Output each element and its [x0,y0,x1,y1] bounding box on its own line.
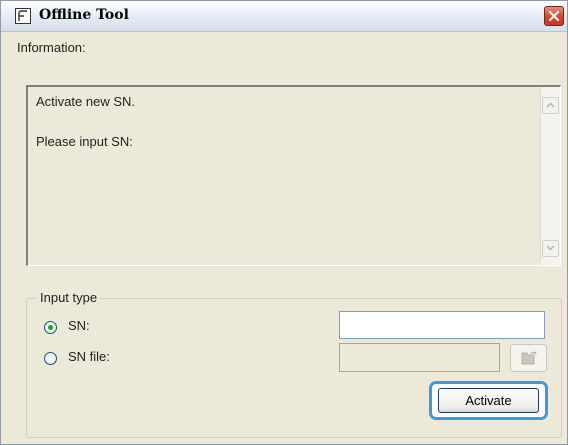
window-title: Offline Tool [39,7,129,23]
information-label: Information: [17,40,86,55]
offline-tool-window: Offline Tool Information: Activate new S… [0,0,568,445]
close-button[interactable] [544,6,564,26]
sn-file-radio[interactable] [44,352,57,365]
info-line: Activate new SN. [36,94,135,109]
input-type-legend: Input type [37,290,101,305]
app-logo-icon [15,8,31,24]
close-icon [548,10,560,22]
title-bar[interactable]: Offline Tool [1,1,567,32]
folder-open-icon [521,351,537,365]
activate-button-focus-ring[interactable]: Activate [429,381,548,420]
browse-file-button[interactable] [510,344,547,372]
scroll-up-icon [546,102,555,108]
sn-file-radio-label[interactable]: SN file: [68,349,110,364]
sn-input[interactable] [339,311,545,339]
scroll-down-button[interactable] [542,240,559,257]
scroll-down-icon [546,245,555,251]
sn-radio-label[interactable]: SN: [68,318,90,333]
scroll-up-button[interactable] [542,97,559,114]
information-textbox[interactable]: Activate new SN. Please input SN: [26,85,561,266]
info-line: Please input SN: [36,134,133,149]
info-scrollbar[interactable] [540,87,560,265]
radio-selected-dot [48,325,53,330]
sn-file-input[interactable] [339,343,500,372]
activate-button[interactable]: Activate [438,388,539,413]
sn-radio[interactable] [44,321,57,334]
